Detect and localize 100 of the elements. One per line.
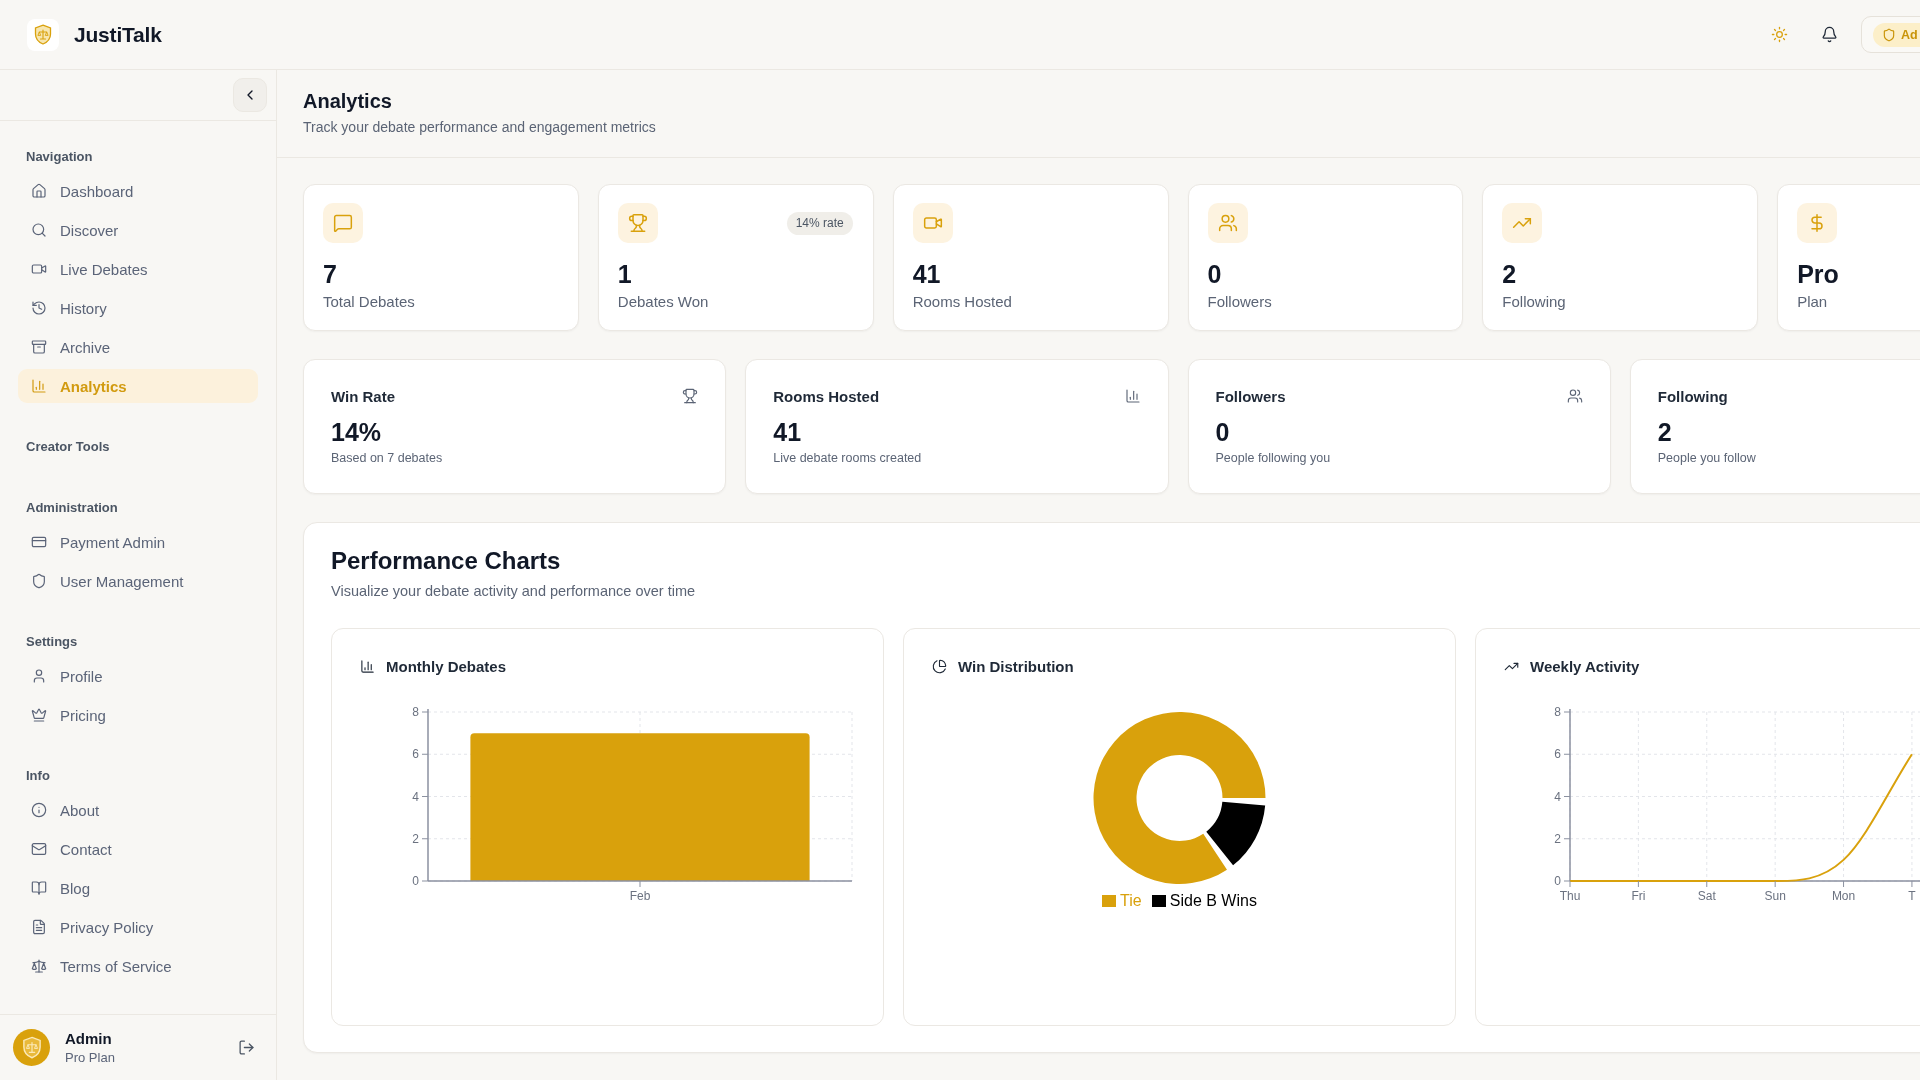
stat-value: 1 bbox=[617, 259, 633, 289]
nav-item[interactable]: Discover bbox=[18, 213, 258, 247]
axis-tick-label: Sat bbox=[1697, 889, 1716, 904]
metric-caption: People following you bbox=[1215, 450, 1332, 466]
archive-box-icon bbox=[31, 339, 47, 355]
open-book-icon bbox=[31, 880, 47, 896]
metric-caption: Live debate rooms created bbox=[773, 450, 923, 466]
metric-caption: Based on 7 debates bbox=[331, 450, 444, 466]
shield-icon bbox=[1882, 27, 1896, 42]
chart-title: Weekly Activity bbox=[1530, 657, 1640, 675]
metric-caption: People you follow bbox=[1657, 450, 1757, 466]
chat-bubble-icon bbox=[323, 203, 363, 243]
nav-item[interactable]: User Management bbox=[18, 564, 258, 598]
dollar-icon bbox=[1797, 203, 1838, 243]
axis-tick-label: 4 bbox=[1554, 789, 1561, 804]
metric-title: Rooms Hosted bbox=[773, 387, 880, 405]
stat-label: Total Debates bbox=[323, 293, 416, 311]
logout-icon bbox=[237, 1039, 255, 1056]
stat-value: 0 bbox=[1207, 259, 1223, 289]
bar-chart-icon bbox=[1124, 388, 1141, 404]
axis-tick-label: 6 bbox=[412, 747, 419, 762]
search-icon bbox=[31, 222, 47, 238]
scales-icon bbox=[31, 958, 47, 974]
axis-tick-label: 2 bbox=[412, 831, 419, 846]
document-icon bbox=[31, 919, 47, 935]
sun-icon bbox=[1770, 26, 1788, 43]
page-title: Analytics bbox=[303, 89, 393, 114]
stat-label: Plan bbox=[1797, 293, 1829, 311]
axis-tick-label: 0 bbox=[412, 874, 419, 889]
nav-item[interactable]: Live Debates bbox=[18, 252, 258, 286]
history-icon bbox=[31, 300, 47, 316]
axis-tick-label: 4 bbox=[412, 789, 419, 804]
legend-label: Tie bbox=[1120, 891, 1142, 911]
nav-item[interactable]: Privacy Policy bbox=[18, 910, 258, 944]
person-icon bbox=[31, 668, 47, 684]
section-label: Settings bbox=[25, 633, 79, 651]
nav-item[interactable]: Profile bbox=[18, 659, 258, 693]
user-name: Admin bbox=[65, 1029, 113, 1048]
bar-chart-icon bbox=[31, 378, 47, 394]
nav-item[interactable]: Payment Admin bbox=[18, 525, 258, 559]
section-label: Navigation bbox=[25, 148, 94, 166]
stat-value: 2 bbox=[1502, 259, 1518, 289]
rate-badge: 14% rate bbox=[786, 211, 853, 235]
stat-value: Pro bbox=[1797, 259, 1840, 289]
axis-tick-label: 6 bbox=[1554, 747, 1561, 762]
nav-item[interactable]: About bbox=[18, 793, 258, 827]
shield-logo-icon bbox=[27, 18, 59, 51]
user-plan: Pro Plan bbox=[65, 1049, 115, 1066]
nav-item[interactable]: History bbox=[18, 291, 258, 325]
stat-label: Following bbox=[1502, 293, 1567, 311]
trend-up-icon bbox=[1502, 203, 1543, 243]
pie-chart-icon bbox=[932, 658, 947, 674]
metric-value: 41 bbox=[773, 417, 803, 447]
credit-card-icon bbox=[31, 534, 47, 550]
bar-chart-icon bbox=[360, 658, 375, 674]
section-title: Performance Charts bbox=[331, 546, 562, 576]
stat-label: Rooms Hosted bbox=[912, 293, 1013, 311]
trophy-icon bbox=[682, 388, 699, 404]
axis-tick-label: 8 bbox=[412, 705, 419, 720]
crown-icon bbox=[31, 707, 47, 723]
stat-value: 7 bbox=[323, 259, 338, 289]
shield-avatar-icon bbox=[13, 1029, 50, 1066]
shield-icon bbox=[31, 573, 47, 589]
nav-item[interactable]: Blog bbox=[18, 871, 258, 905]
role-label: Ad bbox=[1901, 27, 1918, 42]
video-camera-icon bbox=[31, 261, 47, 277]
axis-tick-label: T bbox=[1908, 889, 1916, 904]
section-subtitle: Visualize your debate activity and performance over time bbox=[331, 582, 697, 601]
metric-value: 0 bbox=[1215, 417, 1231, 447]
metric-value: 2 bbox=[1657, 417, 1673, 447]
chart-title: Win Distribution bbox=[958, 657, 1074, 675]
nav-item[interactable]: Contact bbox=[18, 832, 258, 866]
info-icon bbox=[31, 802, 47, 818]
axis-tick-label: Mon bbox=[1831, 889, 1856, 904]
page-subtitle: Track your debate performance and engagement metrics bbox=[303, 118, 657, 137]
metric-title: Win Rate bbox=[331, 387, 396, 405]
axis-tick-label: 8 bbox=[1554, 705, 1561, 720]
axis-tick-label: 2 bbox=[1554, 831, 1561, 846]
metric-value: 14% bbox=[331, 417, 383, 447]
house-icon bbox=[31, 183, 47, 199]
collapse-button[interactable] bbox=[233, 78, 267, 112]
stat-label: Debates Won bbox=[617, 293, 710, 311]
axis-tick-label: Thu bbox=[1559, 889, 1581, 904]
nav-item[interactable]: Dashboard bbox=[18, 174, 258, 208]
nav-item[interactable]: Terms of Service bbox=[18, 949, 258, 983]
axis-tick-label: 0 bbox=[1554, 874, 1561, 889]
section-label: Info bbox=[25, 767, 51, 785]
video-camera-icon bbox=[912, 203, 953, 243]
axis-tick-label: Feb bbox=[629, 889, 651, 904]
people-icon bbox=[1566, 388, 1583, 404]
people-icon bbox=[1207, 203, 1248, 243]
nav-item[interactable]: Pricing bbox=[18, 698, 258, 732]
chart-title: Monthly Debates bbox=[386, 657, 506, 675]
metric-title: Following bbox=[1657, 387, 1728, 405]
axis-tick-label: Sun bbox=[1764, 889, 1786, 904]
metric-title: Followers bbox=[1215, 387, 1286, 405]
legend-label: Side B Wins bbox=[1169, 891, 1257, 911]
trophy-icon bbox=[617, 203, 658, 243]
axis-tick-label: Fri bbox=[1631, 889, 1646, 904]
nav-item[interactable]: Archive bbox=[18, 330, 258, 364]
